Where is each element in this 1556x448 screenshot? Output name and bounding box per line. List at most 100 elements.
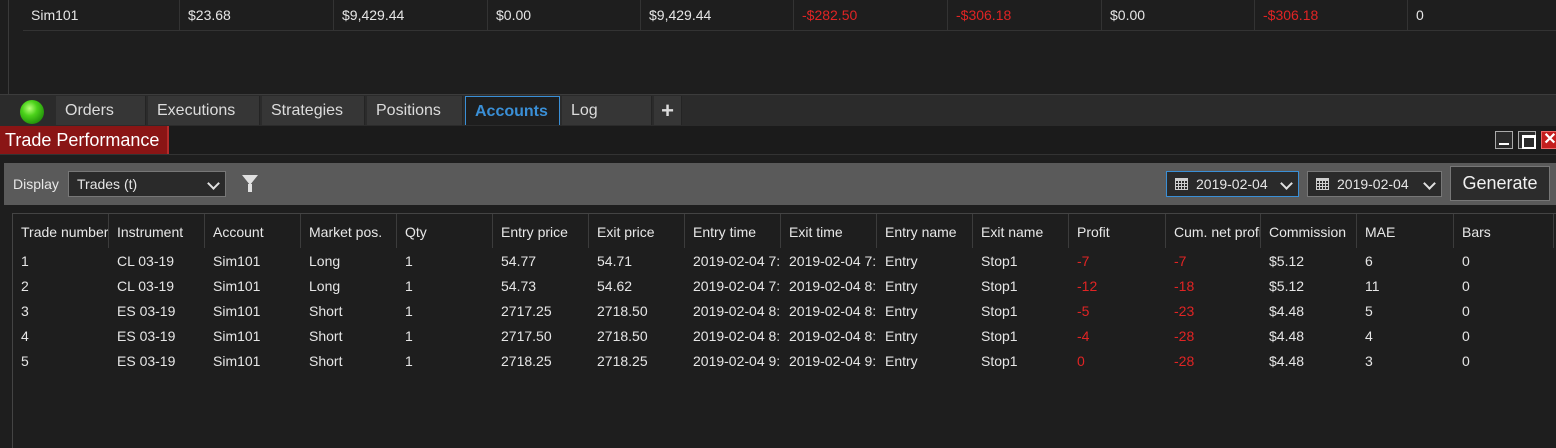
table-cell: 2718.25: [501, 353, 552, 369]
generate-button[interactable]: Generate: [1450, 166, 1550, 201]
tab-log[interactable]: Log: [562, 96, 652, 125]
table-cell: Sim101: [213, 303, 261, 319]
table-cell: Short: [309, 353, 343, 369]
table-cell: 2019-02-04 9:: [789, 353, 877, 369]
table-row[interactable]: 2 CL 03-19 Sim101 Long 1 54.73 54.62 2019-02-04…: [13, 274, 1556, 299]
column-header-cum-net-profit[interactable]: Cum. net profit: [1166, 214, 1261, 248]
column-header-qty[interactable]: Qty: [397, 214, 493, 248]
account-cell: -$282.50: [793, 0, 947, 31]
table-cell: 3: [1365, 353, 1373, 369]
table-cell: Stop1: [981, 328, 1018, 344]
column-header-exit-name[interactable]: Exit name: [973, 214, 1069, 248]
chevron-down-icon: [1423, 177, 1436, 190]
date-from-picker[interactable]: 2019-02-04: [1166, 171, 1299, 197]
column-header-entry-name[interactable]: Entry name: [877, 214, 973, 248]
table-cell: 4: [21, 328, 29, 344]
table-cell: Sim101: [213, 353, 261, 369]
table-cell: 2019-02-04 7:: [693, 253, 781, 269]
table-cell: $4.48: [1269, 353, 1305, 369]
table-cell: -5: [1077, 303, 1090, 319]
account-cell: $0.00: [487, 0, 640, 31]
calendar-icon: [1316, 178, 1329, 190]
table-cell: 4: [1365, 328, 1373, 344]
table-row[interactable]: 4 ES 03-19 Sim101 Short 1 2717.50 2718.50 2019-…: [13, 324, 1556, 349]
table-cell: -4: [1077, 328, 1090, 344]
table-cell: 6: [1365, 253, 1373, 269]
account-cell: $0.00: [1101, 0, 1254, 31]
calendar-icon: [1175, 178, 1188, 190]
table-cell: -18: [1174, 278, 1195, 294]
tab-strategies[interactable]: Strategies: [262, 96, 365, 125]
column-header-market-pos[interactable]: Market pos.: [301, 214, 397, 248]
table-cell: 1: [405, 328, 413, 344]
tab-bar: Orders Executions Strategies Positions Accou…: [0, 94, 1556, 126]
date-from-value: 2019-02-04: [1196, 176, 1268, 192]
chevron-down-icon: [207, 177, 220, 190]
table-cell: Long: [309, 278, 341, 294]
table-cell: 3: [21, 303, 29, 319]
tab-accounts[interactable]: Accounts: [465, 96, 560, 125]
table-row[interactable]: 1 CL 03-19 Sim101 Long 1 54.77 54.71 2019-02-04…: [13, 249, 1556, 274]
add-tab-button[interactable]: +: [654, 96, 682, 125]
table-cell: -7: [1077, 253, 1090, 269]
filter-icon[interactable]: [242, 175, 258, 192]
table-cell: Stop1: [981, 353, 1018, 369]
table-cell: CL 03-19: [117, 278, 175, 294]
account-cell: $23.68: [179, 0, 333, 31]
table-cell: 1: [405, 278, 413, 294]
table-cell: 54.71: [597, 253, 633, 269]
table-cell: Stop1: [981, 278, 1018, 294]
trades-grid: Trade number Instrument Account Market pos.…: [12, 213, 1556, 448]
minimize-icon[interactable]: [1495, 131, 1513, 149]
table-cell: CL 03-19: [117, 253, 175, 269]
display-select[interactable]: Trades (t): [68, 171, 226, 197]
column-header-instrument[interactable]: Instrument: [109, 214, 205, 248]
column-header-account[interactable]: Account: [205, 214, 301, 248]
table-cell: 5: [21, 353, 29, 369]
column-header-profit[interactable]: Profit: [1069, 214, 1166, 248]
column-header-mae[interactable]: MAE: [1357, 214, 1454, 248]
table-cell: -12: [1077, 278, 1098, 294]
table-cell: Short: [309, 303, 343, 319]
tab-positions[interactable]: Positions: [367, 96, 463, 125]
table-cell: 2717.50: [501, 328, 552, 344]
table-cell: 11: [1365, 278, 1380, 294]
column-header-trade-number[interactable]: Trade number: [13, 214, 109, 248]
table-cell: 2019-02-04 9:: [693, 353, 781, 369]
column-header-commission[interactable]: Commission: [1261, 214, 1357, 248]
close-icon[interactable]: ✕: [1541, 131, 1556, 149]
table-cell: -23: [1174, 303, 1195, 319]
table-row[interactable]: 3 ES 03-19 Sim101 Short 1 2717.25 2718.50 2019-…: [13, 299, 1556, 324]
tab-orders[interactable]: Orders: [56, 96, 146, 125]
table-cell: Entry: [885, 253, 918, 269]
table-cell: 2019-02-04 8:: [789, 278, 877, 294]
table-cell: 0: [1077, 353, 1085, 369]
column-header-exit-time[interactable]: Exit time: [781, 214, 877, 248]
table-cell: 2019-02-04 8:: [693, 328, 781, 344]
table-cell: $4.48: [1269, 303, 1305, 319]
table-cell: ES 03-19: [117, 303, 176, 319]
column-header-bars[interactable]: Bars: [1454, 214, 1554, 248]
table-cell: Stop1: [981, 253, 1018, 269]
table-cell: 0: [1462, 303, 1470, 319]
account-cell: Sim101: [31, 7, 79, 23]
display-label: Display: [13, 176, 59, 192]
maximize-icon[interactable]: [1518, 131, 1536, 149]
account-cell: $9,429.44: [333, 0, 487, 31]
tab-executions[interactable]: Executions: [148, 96, 260, 125]
toolbar: Display Trades (t) 2019-02-04 2019-02-04…: [4, 163, 1556, 205]
account-row[interactable]: Sim101 $23.68 $9,429.44 $0.00 $9,429.44 -$282…: [23, 0, 1556, 31]
column-header-entry-price[interactable]: Entry price: [493, 214, 589, 248]
table-cell: 2019-02-04 8:: [789, 303, 877, 319]
table-cell: -28: [1174, 328, 1195, 344]
column-header-entry-time[interactable]: Entry time: [685, 214, 781, 248]
table-row[interactable]: 5 ES 03-19 Sim101 Short 1 2718.25 2718.25 2019-…: [13, 349, 1556, 374]
table-cell: 2019-02-04 8:: [693, 303, 781, 319]
date-to-picker[interactable]: 2019-02-04: [1307, 171, 1442, 197]
table-cell: 1: [21, 253, 29, 269]
column-header-exit-price[interactable]: Exit price: [589, 214, 685, 248]
account-cell: -$306.18: [947, 0, 1101, 31]
table-cell: 2718.25: [597, 353, 648, 369]
table-cell: 2019-02-04 7:: [693, 278, 781, 294]
table-cell: 5: [1365, 303, 1373, 319]
